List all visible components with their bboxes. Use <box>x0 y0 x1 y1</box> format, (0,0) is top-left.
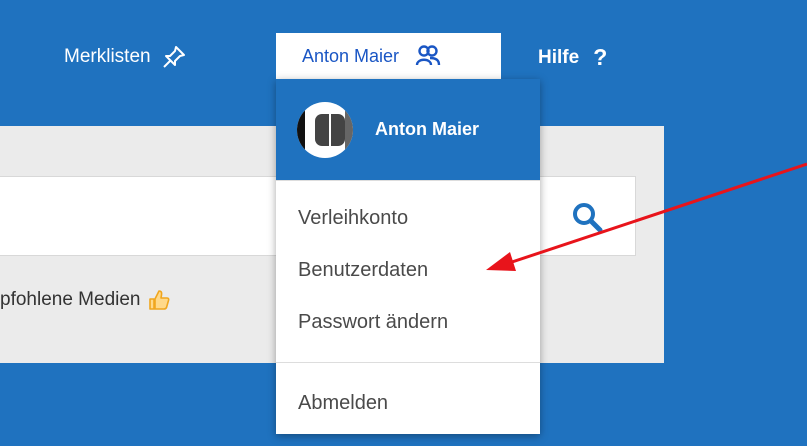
avatar-logo <box>297 101 353 158</box>
divider <box>276 180 540 181</box>
pushpin-icon <box>162 46 185 68</box>
nav-merklisten-link[interactable]: Merklisten <box>64 44 187 70</box>
users-icon <box>415 45 441 66</box>
recommended-label: pfohlene Medien <box>0 289 141 310</box>
recommended-media-link[interactable]: pfohlene Medien <box>0 288 171 312</box>
search-icon[interactable] <box>570 200 604 234</box>
dropdown-header: Anton Maier <box>276 79 540 180</box>
divider <box>276 362 540 363</box>
thumbs-up-icon <box>148 290 169 310</box>
merklisten-label: Merklisten <box>64 46 151 67</box>
menu-item-verleihkonto[interactable]: Verleihkonto <box>298 207 408 230</box>
hilfe-label: Hilfe <box>538 46 580 68</box>
user-menu-name: Anton Maier <box>302 45 400 66</box>
menu-item-passwort-aendern[interactable]: Passwort ändern <box>298 311 448 334</box>
user-dropdown-menu: Anton Maier Verleihkonto Benutzerdaten P… <box>276 79 540 434</box>
help-icon: ? <box>593 44 608 70</box>
user-menu-button[interactable]: Anton Maier <box>276 33 501 79</box>
nav-hilfe-link[interactable]: Hilfe ? <box>538 44 607 71</box>
dropdown-header-name: Anton Maier <box>375 119 480 139</box>
menu-item-abmelden[interactable]: Abmelden <box>298 392 388 415</box>
menu-item-benutzerdaten[interactable]: Benutzerdaten <box>298 259 428 282</box>
